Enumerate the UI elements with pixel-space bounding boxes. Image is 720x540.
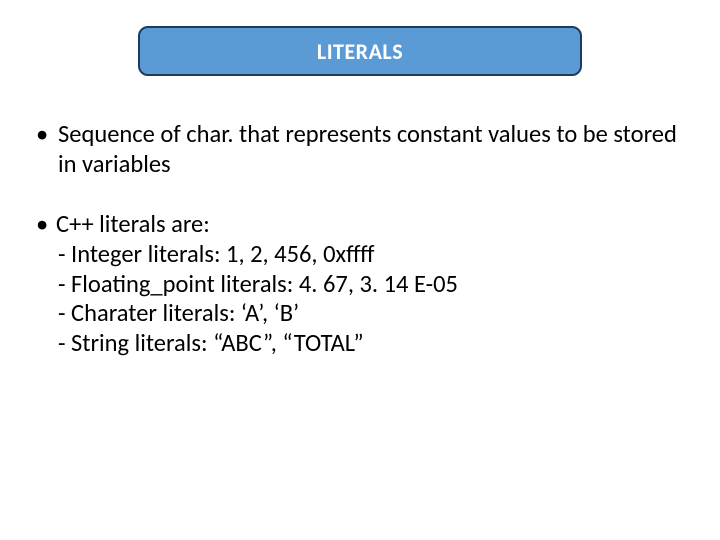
cpp-literals-label: C++ literals are: (56, 210, 210, 240)
item-integer: - Integer literals: 1, 2, 456, 0xffff (58, 240, 690, 270)
bullet-icon (30, 210, 56, 240)
sub-items: - Integer literals: 1, 2, 456, 0xffff - … (30, 240, 690, 360)
item-string: - String literals: “ABC”, “TOTAL” (58, 329, 690, 359)
intro-text: Sequence of char. that represents consta… (58, 120, 690, 180)
bullet-cpp: C++ literals are: (30, 210, 690, 240)
slide-content: Sequence of char. that represents consta… (30, 120, 690, 359)
title-box: LITERALS (138, 26, 582, 76)
item-floating: - Floating_point literals: 4. 67, 3. 14 … (58, 270, 690, 300)
bullet-intro: Sequence of char. that represents consta… (30, 120, 690, 180)
item-character: - Charater literals: ‘A’, ‘B’ (58, 299, 690, 329)
bullet-icon (30, 120, 58, 180)
slide-title: LITERALS (317, 38, 403, 65)
